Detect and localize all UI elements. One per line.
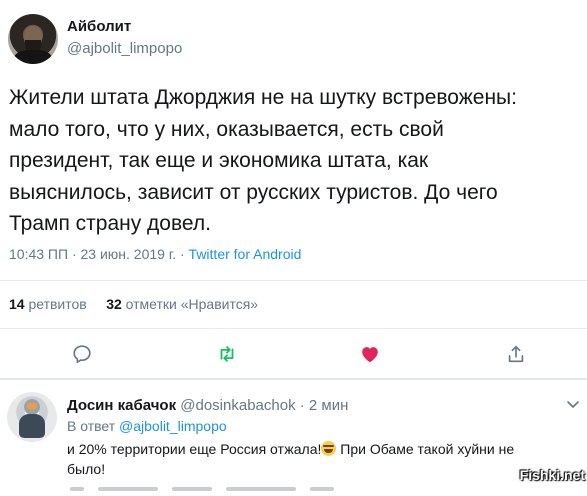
tweet-meta: 10:43 ПП · 23 июн. 2019 г. · Twitter for… (9, 246, 301, 262)
tweet-source-link[interactable]: Twitter for Android (189, 246, 302, 262)
heart-icon (362, 347, 378, 363)
tweet-text: Жители штата Джорджия не на шутку встрев… (9, 86, 517, 235)
divider (0, 378, 587, 380)
share-button[interactable] (505, 343, 527, 365)
reply-header: Досин кабачок @dosinkabachok · 2 мин (67, 397, 348, 414)
author-name[interactable]: Айболит (67, 18, 131, 35)
reply-context-prefix: В ответ (67, 418, 120, 434)
likes-count: 32 (106, 296, 122, 312)
reply-author-avatar[interactable] (7, 392, 57, 442)
watermark: Fishki.net (519, 467, 585, 483)
reply-text: и 20% территории еще Россия отжала! При … (67, 439, 547, 479)
like-button[interactable] (359, 343, 381, 365)
divider (0, 280, 587, 281)
reply-text-part1: и 20% территории еще Россия отжала! (67, 441, 322, 457)
author-handle[interactable]: @ajbolit_limpopo (67, 40, 182, 57)
retweet-icon (220, 346, 234, 362)
reply-author-name[interactable]: Досин кабачок (67, 397, 176, 414)
reply-author-handle[interactable]: @dosinkabachok (180, 397, 295, 414)
likes-stat[interactable]: 32 отметки «Нравится» (106, 296, 258, 312)
tweet-timestamp[interactable]: 10:43 ПП · 23 июн. 2019 г. · (9, 246, 189, 262)
likes-label: отметки «Нравится» (125, 296, 259, 312)
author-avatar[interactable] (8, 14, 58, 64)
reply-time[interactable]: · 2 мин (300, 397, 349, 414)
divider (0, 328, 587, 329)
reply-button[interactable] (71, 343, 93, 365)
share-icon (508, 345, 524, 363)
retweets-label: ретвитов (28, 296, 87, 312)
tweet-stats: 14 ретвитов 32 отметки «Нравится» (9, 296, 258, 312)
next-tweet-faded (70, 478, 380, 491)
laughing-emoji-icon (321, 441, 337, 456)
retweet-button[interactable] (216, 343, 238, 365)
reply-context: В ответ @ajbolit_limpopo (67, 418, 227, 434)
chevron-down-icon[interactable] (565, 396, 581, 412)
reply-icon (73, 345, 91, 364)
retweets-stat[interactable]: 14 ретвитов (9, 296, 87, 312)
retweets-count: 14 (9, 296, 25, 312)
reply-context-handle[interactable]: @ajbolit_limpopo (119, 418, 227, 434)
